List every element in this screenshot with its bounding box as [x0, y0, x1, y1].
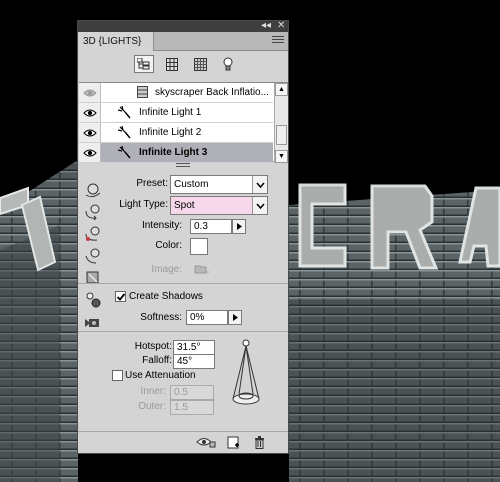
eye-icon — [82, 89, 97, 96]
light-color-swatch[interactable] — [190, 238, 208, 255]
scroll-thumb[interactable] — [276, 125, 287, 145]
material-filter-icon — [193, 57, 207, 71]
falloff-input[interactable]: 45° — [173, 354, 215, 369]
origin-light-tool[interactable] — [82, 246, 104, 266]
rotate-light-tool[interactable] — [82, 180, 104, 200]
preset-dropdown[interactable]: Custom — [170, 175, 268, 194]
intensity-label: Intensity: — [141, 220, 182, 231]
origin-light-icon — [85, 248, 100, 264]
panel-footer — [78, 431, 288, 453]
chevron-down-icon — [252, 197, 267, 214]
list-item-selected[interactable]: Infinite Light 3 — [79, 143, 273, 163]
close-panel-icon[interactable]: ✕ — [277, 20, 285, 32]
inner-input[interactable]: 0.5 — [170, 385, 214, 400]
inner-label: Inner: — [140, 386, 166, 397]
material-filter-button[interactable] — [190, 55, 210, 73]
scene-filter-button[interactable] — [134, 55, 154, 73]
3d-lights-panel: ◂◂ ✕ 3D {LIGHTS} skyscraper Back Inflati… — [77, 20, 289, 454]
light-guide-icon — [86, 292, 101, 308]
tab-3d-lights[interactable]: 3D {LIGHTS} — [78, 32, 154, 51]
new-light-icon[interactable] — [227, 436, 241, 449]
mesh-filter-icon — [166, 57, 178, 71]
outer-label: Outer: — [138, 401, 166, 412]
use-attenuation-checkbox[interactable] — [112, 370, 123, 381]
triangle-right-icon — [232, 314, 238, 321]
visibility-toggle[interactable] — [79, 123, 101, 142]
list-item[interactable]: Infinite Light 2 — [79, 123, 273, 143]
infinite-light-icon — [118, 106, 131, 119]
camera-light-tool[interactable] — [82, 312, 104, 332]
infinite-light-icon — [118, 146, 131, 159]
resize-gripper[interactable] — [176, 163, 190, 168]
point-at-origin-icon — [86, 271, 99, 284]
mesh-layer-icon — [137, 86, 148, 98]
panel-tab-bar: 3D {LIGHTS} — [78, 32, 288, 51]
section-divider — [78, 283, 288, 284]
eye-icon — [82, 149, 97, 156]
visibility-toggle[interactable] — [79, 83, 101, 102]
scroll-down-icon[interactable]: ▼ — [275, 150, 288, 163]
slide-light-icon — [85, 226, 100, 241]
list-item[interactable]: skyscraper Back Inflatio... — [79, 83, 273, 103]
layer-name: Infinite Light 1 — [139, 107, 202, 118]
hotspot-input[interactable]: 31.5° — [173, 340, 215, 355]
visibility-toggle[interactable] — [79, 143, 101, 162]
preset-value: Custom — [174, 179, 209, 190]
list-item[interactable]: Infinite Light 1 — [79, 103, 273, 123]
camera-icon — [85, 319, 99, 327]
checkmark-icon — [116, 293, 126, 301]
softness-slider-button[interactable] — [228, 310, 242, 325]
softness-label: Softness: — [140, 312, 182, 323]
light-type-dropdown[interactable]: Spot — [170, 196, 268, 215]
intensity-slider-button[interactable] — [232, 219, 246, 234]
outer-input[interactable]: 1.5 — [170, 400, 214, 415]
light-type-label: Light Type: — [119, 199, 168, 210]
trash-icon[interactable] — [254, 436, 265, 449]
chevron-down-icon — [252, 176, 267, 193]
lightbulb-icon — [223, 57, 233, 71]
light-filter-button[interactable] — [218, 55, 238, 73]
scene-filter-icon — [137, 58, 150, 70]
list-scrollbar[interactable]: ▲ ▼ — [274, 83, 288, 163]
filter-toolbar — [134, 55, 238, 75]
panel-menu-icon[interactable] — [272, 36, 284, 46]
scene-layer-list: skyscraper Back Inflatio... Infinite Lig… — [79, 82, 288, 163]
light-type-value: Spot — [174, 200, 195, 211]
color-label: Color: — [155, 240, 182, 251]
spotlight-cone-diagram — [232, 339, 260, 405]
create-shadows-checkbox[interactable] — [115, 291, 126, 302]
layer-name: skyscraper Back Inflatio... — [155, 87, 269, 98]
triangle-right-icon — [236, 223, 242, 230]
panel-header-strip: ◂◂ ✕ — [78, 20, 288, 32]
hotspot-label: Hotspot: — [134, 341, 172, 352]
image-label: Image: — [151, 264, 182, 275]
intensity-input[interactable]: 0.3 — [190, 219, 232, 234]
point-at-origin-tool[interactable] — [82, 268, 104, 288]
collapse-panel-icon[interactable]: ◂◂ — [261, 20, 271, 32]
toggle-overlays-icon[interactable] — [196, 436, 216, 448]
eye-icon — [82, 129, 97, 136]
preset-label: Preset: — [136, 178, 168, 189]
rotate-light-icon — [85, 183, 101, 198]
layer-name: Infinite Light 3 — [139, 147, 208, 158]
softness-input[interactable]: 0% — [186, 310, 228, 325]
folder-icon[interactable] — [194, 264, 210, 274]
infinite-light-icon — [118, 126, 131, 139]
layer-name: Infinite Light 2 — [139, 127, 202, 138]
create-shadows-label: Create Shadows — [129, 291, 203, 302]
falloff-label: Falloff: — [142, 355, 172, 366]
scroll-up-icon[interactable]: ▲ — [275, 83, 288, 96]
light-guide-tool[interactable] — [82, 290, 104, 310]
visibility-toggle[interactable] — [79, 103, 101, 122]
mesh-filter-button[interactable] — [162, 55, 182, 73]
use-attenuation-label: Use Attenuation — [125, 370, 196, 381]
eye-icon — [82, 109, 97, 116]
slide-light-tool[interactable] — [82, 224, 104, 244]
section-divider — [78, 331, 288, 332]
